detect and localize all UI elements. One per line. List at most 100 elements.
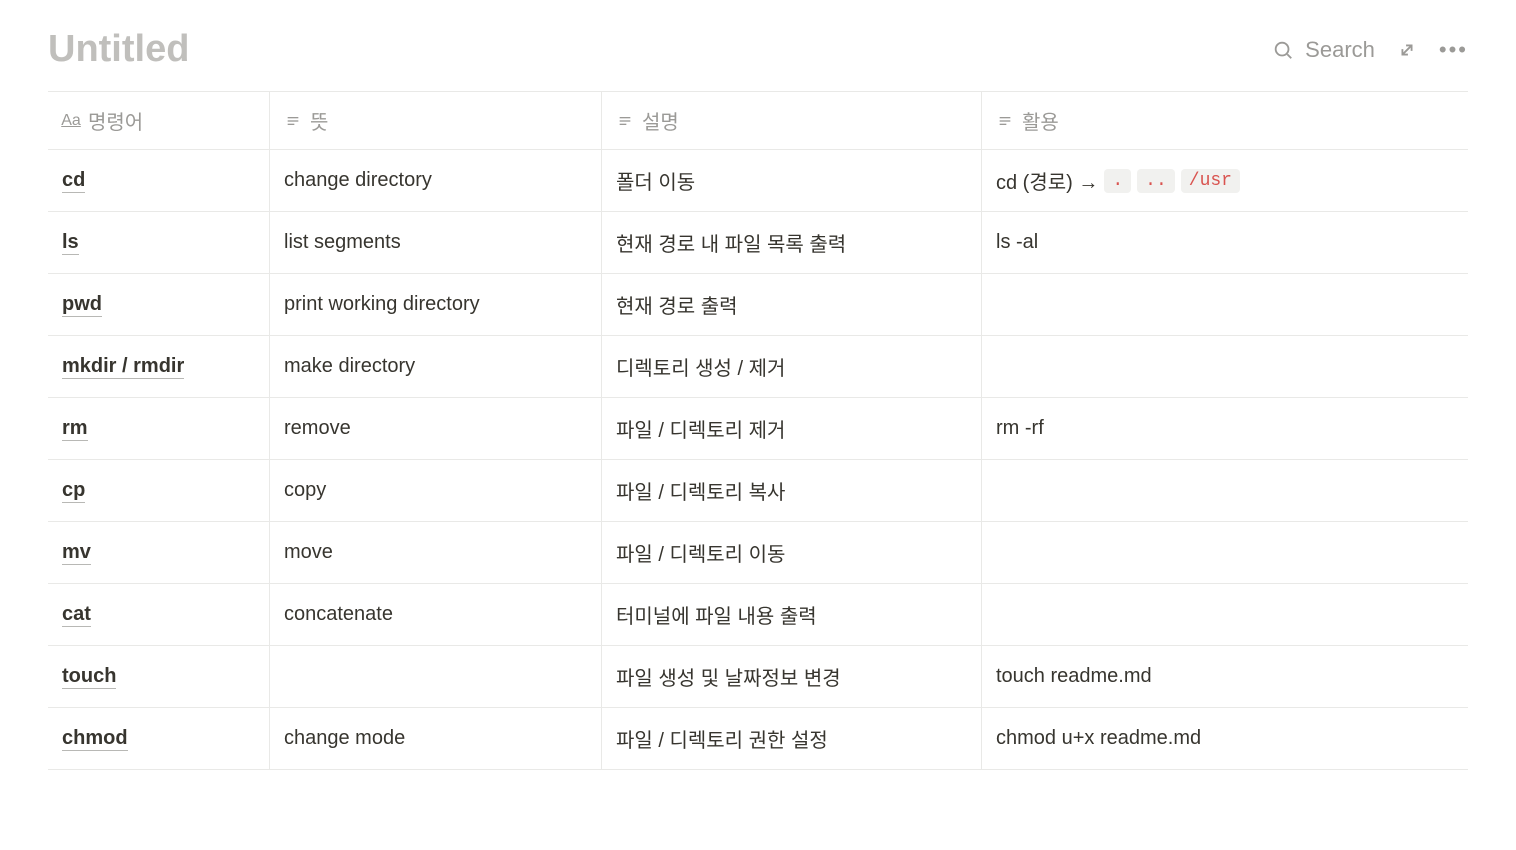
cell-description[interactable]: 파일 / 디렉토리 제거	[602, 398, 982, 459]
cell-description[interactable]: 현재 경로 내 파일 목록 출력	[602, 212, 982, 273]
meaning-text: print working directory	[284, 293, 480, 316]
meaning-text: list segments	[284, 231, 401, 254]
cell-meaning[interactable]: copy	[270, 460, 602, 521]
table-row[interactable]: rm remove 파일 / 디렉토리 제거 rm -rf	[48, 398, 1468, 460]
command-link[interactable]: ls	[62, 231, 79, 255]
cell-usage[interactable]: chmod u+x readme.md	[982, 708, 1468, 769]
cell-meaning[interactable]: concatenate	[270, 584, 602, 645]
description-text: 현재 경로 내 파일 목록 출력	[616, 228, 846, 257]
cell-description[interactable]: 현재 경로 출력	[602, 274, 982, 335]
table-row[interactable]: chmod change mode 파일 / 디렉토리 권한 설정 chmod u+x…	[48, 708, 1468, 770]
code-chip: /usr	[1181, 169, 1240, 193]
page-title[interactable]: Untitled	[48, 28, 189, 71]
description-text: 현재 경로 출력	[616, 290, 738, 319]
cell-usage[interactable]	[982, 522, 1468, 583]
cell-command[interactable]: ls	[48, 212, 270, 273]
cell-description[interactable]: 폴더 이동	[602, 150, 982, 211]
table-header-row: Aa 명령어 뜻 설명 활용	[48, 92, 1468, 150]
cell-description[interactable]: 파일 생성 및 날짜정보 변경	[602, 646, 982, 707]
cell-usage[interactable]: rm -rf	[982, 398, 1468, 459]
command-link[interactable]: mv	[62, 541, 91, 565]
description-text: 파일 / 디렉토리 권한 설정	[616, 724, 828, 753]
cell-command[interactable]: mkdir / rmdir	[48, 336, 270, 397]
meaning-text: make directory	[284, 355, 415, 378]
cell-usage[interactable]: cd (경로) → .../usr	[982, 150, 1468, 211]
column-header-meaning[interactable]: 뜻	[270, 92, 602, 149]
description-text: 파일 생성 및 날짜정보 변경	[616, 662, 841, 691]
header-actions: Search •••	[1269, 36, 1468, 64]
column-label: 활용	[1022, 106, 1059, 135]
table-row[interactable]: cd change directory 폴더 이동 cd (경로) → .../usr	[48, 150, 1468, 212]
cell-usage[interactable]: ls -al	[982, 212, 1468, 273]
command-link[interactable]: cat	[62, 603, 91, 627]
usage-text: rm -rf	[996, 417, 1044, 440]
cell-description[interactable]: 파일 / 디렉토리 복사	[602, 460, 982, 521]
command-link[interactable]: mkdir / rmdir	[62, 355, 184, 379]
cell-command[interactable]: rm	[48, 398, 270, 459]
cell-meaning[interactable]: remove	[270, 398, 602, 459]
meaning-text: change mode	[284, 727, 405, 750]
page-header: Untitled Search •••	[48, 28, 1468, 71]
usage-prefix: cd (경로) →	[996, 166, 1098, 195]
cell-command[interactable]: chmod	[48, 708, 270, 769]
cell-usage[interactable]	[982, 274, 1468, 335]
text-property-icon	[616, 112, 634, 130]
cell-meaning[interactable]: move	[270, 522, 602, 583]
command-link[interactable]: touch	[62, 665, 116, 689]
cell-description[interactable]: 디렉토리 생성 / 제거	[602, 336, 982, 397]
command-link[interactable]: chmod	[62, 727, 128, 751]
cell-command[interactable]: pwd	[48, 274, 270, 335]
command-link[interactable]: cd	[62, 169, 85, 193]
usage-text: chmod u+x readme.md	[996, 727, 1201, 750]
cell-description[interactable]: 터미널에 파일 내용 출력	[602, 584, 982, 645]
cell-meaning[interactable]: change mode	[270, 708, 602, 769]
text-property-icon	[996, 112, 1014, 130]
meaning-text: copy	[284, 479, 326, 502]
cell-command[interactable]: cp	[48, 460, 270, 521]
search-icon	[1269, 36, 1297, 64]
cell-meaning[interactable]: change directory	[270, 150, 602, 211]
cell-usage[interactable]	[982, 336, 1468, 397]
table-row[interactable]: cp copy 파일 / 디렉토리 복사	[48, 460, 1468, 522]
column-header-usage[interactable]: 활용	[982, 92, 1468, 149]
cell-command[interactable]: cd	[48, 150, 270, 211]
column-label: 명령어	[88, 106, 143, 135]
search-label: Search	[1305, 37, 1375, 63]
table-row[interactable]: mkdir / rmdir make directory 디렉토리 생성 / 제거	[48, 336, 1468, 398]
expand-icon[interactable]	[1393, 36, 1421, 64]
cell-usage[interactable]	[982, 584, 1468, 645]
description-text: 파일 / 디렉토리 복사	[616, 476, 785, 505]
cell-usage[interactable]: touch readme.md	[982, 646, 1468, 707]
column-header-description[interactable]: 설명	[602, 92, 982, 149]
cell-description[interactable]: 파일 / 디렉토리 권한 설정	[602, 708, 982, 769]
table-row[interactable]: pwd print working directory 현재 경로 출력	[48, 274, 1468, 336]
cell-command[interactable]: mv	[48, 522, 270, 583]
column-header-command[interactable]: Aa 명령어	[48, 92, 270, 149]
meaning-text: move	[284, 541, 333, 564]
description-text: 파일 / 디렉토리 이동	[616, 538, 785, 567]
description-text: 파일 / 디렉토리 제거	[616, 414, 785, 443]
meaning-text: concatenate	[284, 603, 393, 626]
description-text: 터미널에 파일 내용 출력	[616, 600, 817, 629]
cell-usage[interactable]	[982, 460, 1468, 521]
description-text: 디렉토리 생성 / 제거	[616, 352, 785, 381]
description-text: 폴더 이동	[616, 166, 695, 195]
table-row[interactable]: touch 파일 생성 및 날짜정보 변경 touch readme.md	[48, 646, 1468, 708]
cell-meaning[interactable]: list segments	[270, 212, 602, 273]
command-link[interactable]: pwd	[62, 293, 102, 317]
command-link[interactable]: cp	[62, 479, 85, 503]
title-property-icon: Aa	[62, 112, 80, 130]
cell-meaning[interactable]	[270, 646, 602, 707]
cell-description[interactable]: 파일 / 디렉토리 이동	[602, 522, 982, 583]
command-link[interactable]: rm	[62, 417, 88, 441]
cell-command[interactable]: cat	[48, 584, 270, 645]
code-chip: ..	[1137, 169, 1175, 193]
cell-meaning[interactable]: print working directory	[270, 274, 602, 335]
search-button[interactable]: Search	[1269, 36, 1375, 64]
table-row[interactable]: mv move 파일 / 디렉토리 이동	[48, 522, 1468, 584]
table-row[interactable]: ls list segments 현재 경로 내 파일 목록 출력 ls -al	[48, 212, 1468, 274]
table-row[interactable]: cat concatenate 터미널에 파일 내용 출력	[48, 584, 1468, 646]
more-options-icon[interactable]: •••	[1439, 37, 1468, 63]
cell-meaning[interactable]: make directory	[270, 336, 602, 397]
cell-command[interactable]: touch	[48, 646, 270, 707]
